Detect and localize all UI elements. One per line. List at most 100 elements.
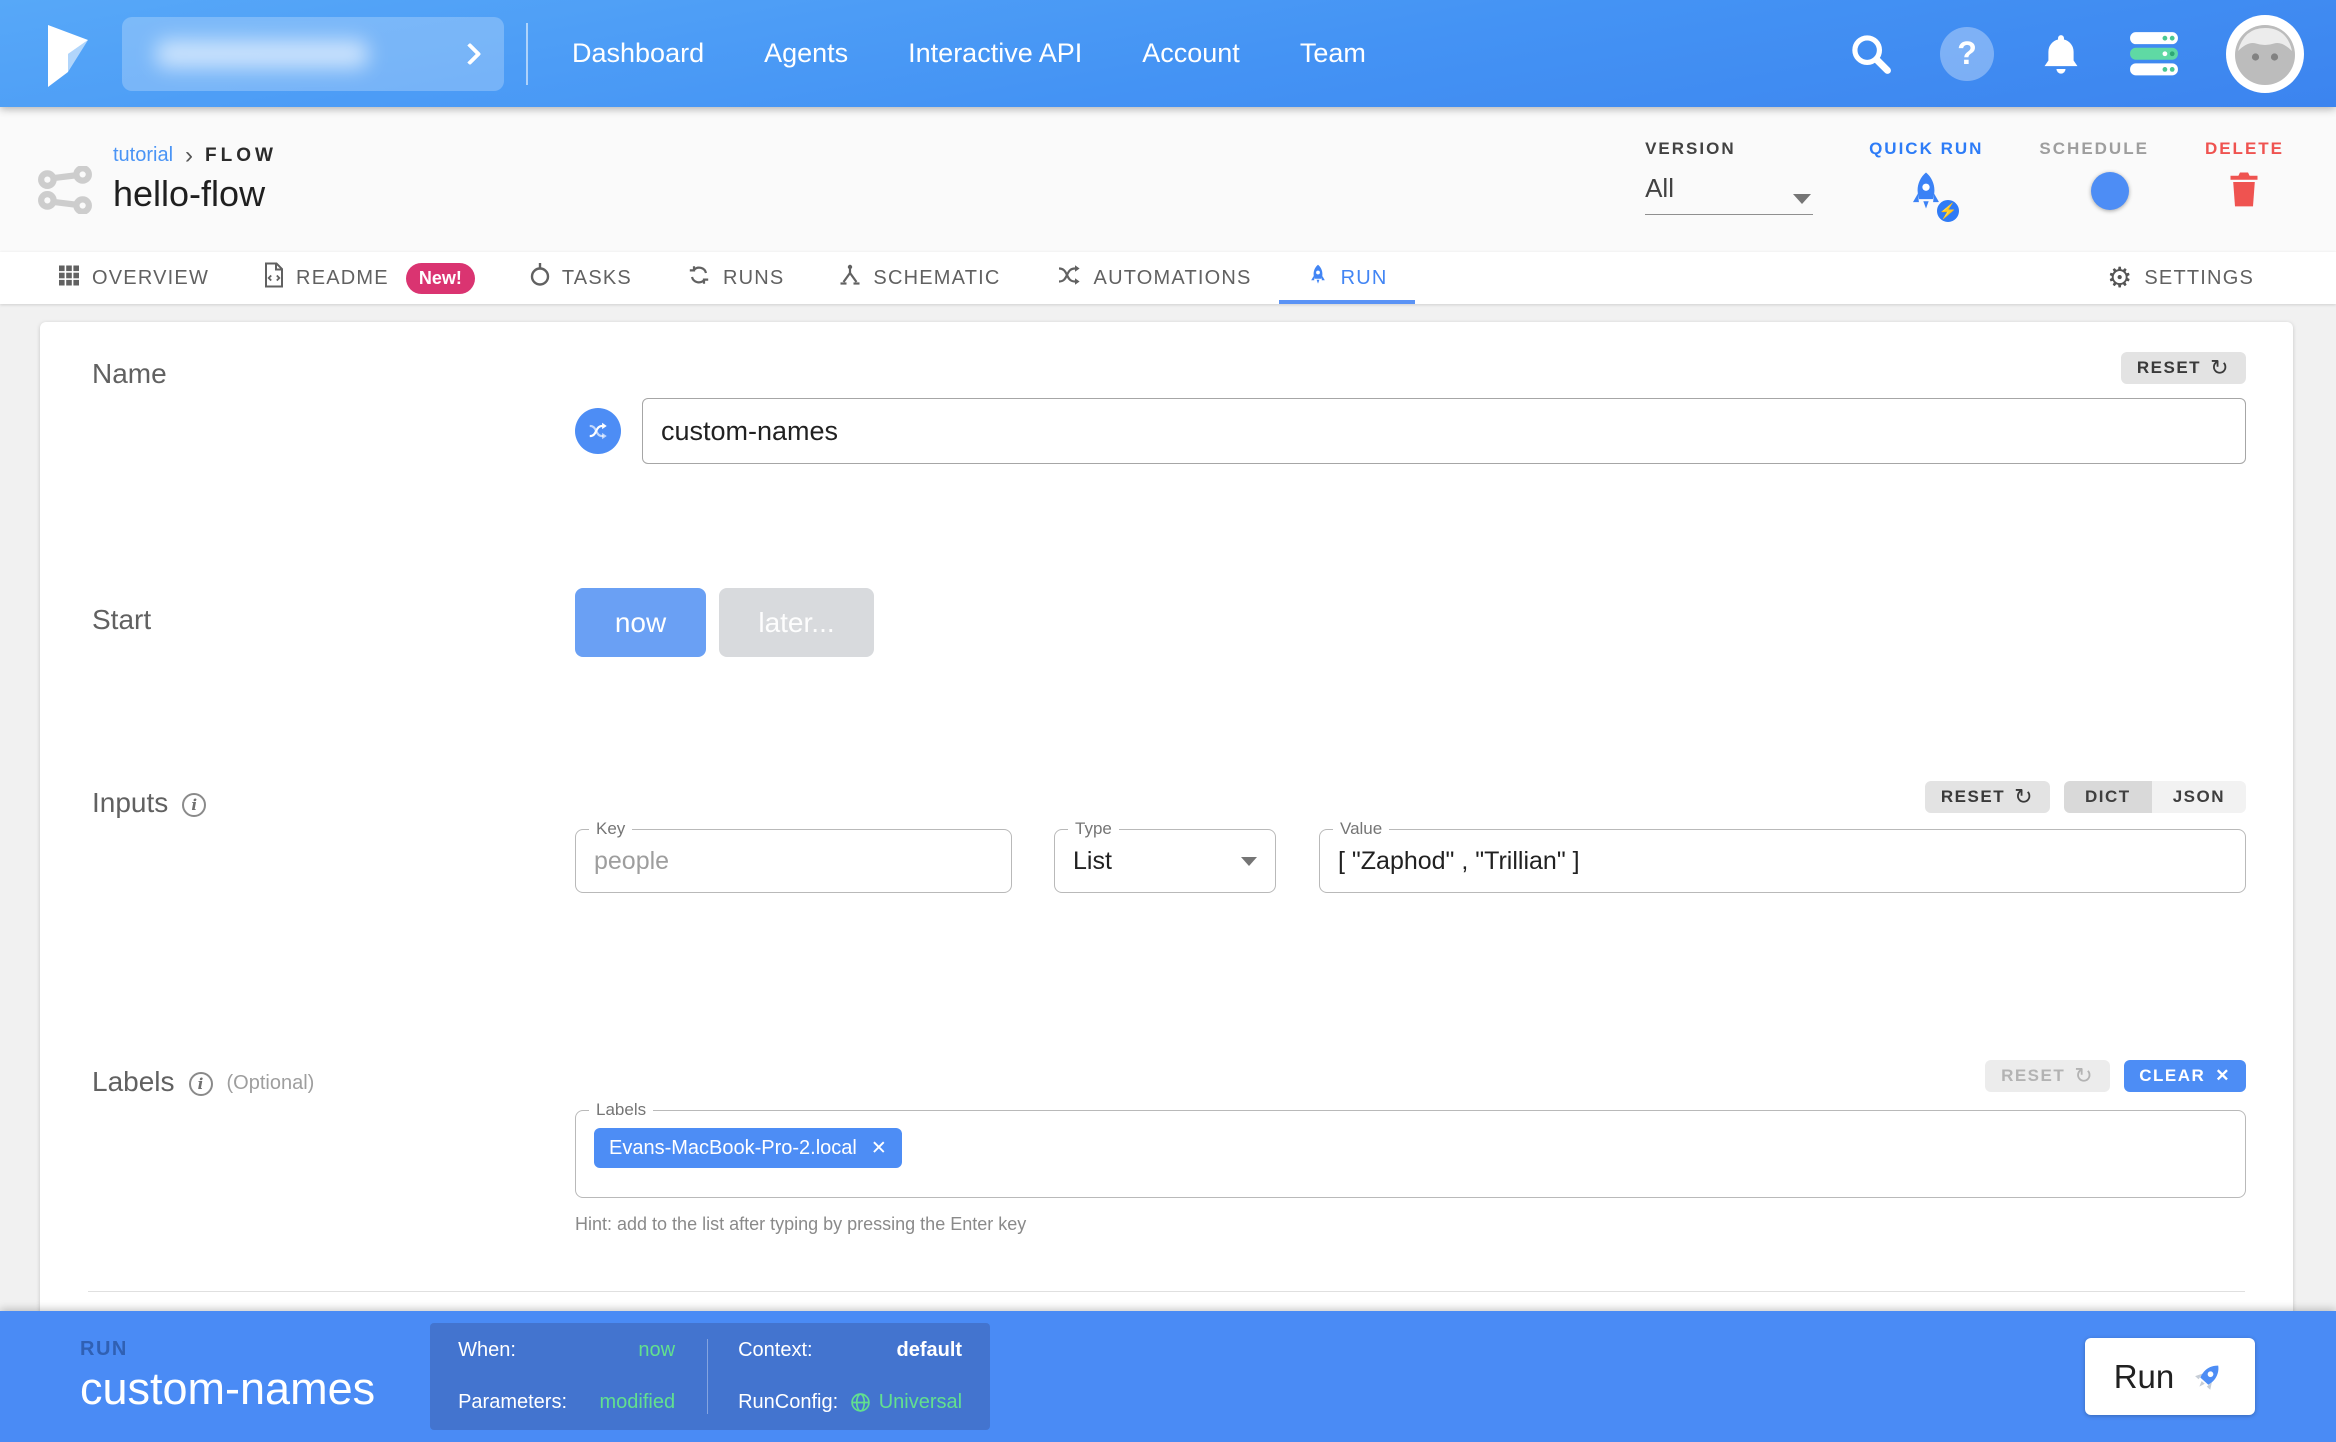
lightning-bolt-icon: ⚡ [1935, 198, 1961, 224]
run-form-card: Name RESET ↻ [40, 322, 2293, 1311]
schedule-label: SCHEDULE [2039, 139, 2149, 159]
agents-stack-icon[interactable] [2128, 29, 2180, 79]
breadcrumb-type: FLOW [205, 145, 277, 167]
refresh-icon: ↻ [2210, 355, 2230, 381]
tab-automations[interactable]: AUTOMATIONS [1028, 252, 1279, 304]
tab-overview[interactable]: OVERVIEW [30, 252, 236, 304]
tab-label: RUNS [723, 267, 784, 290]
version-select[interactable]: All [1645, 163, 1813, 215]
tab-label: README [296, 267, 389, 290]
start-later-button[interactable]: later... [719, 588, 874, 657]
tab-label: OVERVIEW [92, 267, 209, 290]
start-now-button[interactable]: now [575, 588, 706, 657]
clear-label: CLEAR [2139, 1066, 2205, 1086]
optional-label: (Optional) [227, 1072, 315, 1095]
task-node-icon [529, 262, 551, 294]
name-section-label: Name [92, 358, 167, 390]
schedule-control: SCHEDULE [2039, 139, 2149, 203]
flow-schematic-icon [37, 166, 93, 219]
labels-reset-button[interactable]: RESET ↻ [1985, 1060, 2110, 1092]
labels-field-label: Labels [589, 1100, 653, 1120]
version-control: VERSION All [1645, 139, 1813, 215]
reset-label: RESET [1941, 787, 2005, 807]
nav-links: Dashboard Agents Interactive API Account… [542, 38, 1396, 69]
run-button-label: Run [2114, 1358, 2175, 1396]
caret-down-icon [1241, 857, 1257, 866]
shuffle-icon [1055, 263, 1083, 293]
quick-run-rocket-button[interactable]: ⚡ [1903, 169, 1949, 220]
labels-field[interactable]: Labels Evans-MacBook-Pro-2.local ✕ [575, 1110, 2246, 1198]
value-field-label: Value [1333, 819, 1389, 839]
run-name-input[interactable] [642, 398, 2246, 464]
parameters-label: Parameters: [458, 1391, 567, 1414]
footer-run-title: RUN custom-names [80, 1338, 375, 1415]
schedule-toggle[interactable] [2063, 179, 2125, 203]
breadcrumb-project-link[interactable]: tutorial [113, 144, 173, 167]
run-footer-bar: RUN custom-names When: now Parameters: m… [0, 1311, 2336, 1442]
globe-icon [850, 1392, 871, 1413]
json-mode-button[interactable]: JSON [2152, 781, 2246, 813]
delete-control: DELETE [2205, 139, 2284, 214]
help-icon[interactable]: ? [1940, 27, 1994, 81]
name-reset-button[interactable]: RESET ↻ [2121, 352, 2246, 384]
value-input[interactable] [1338, 847, 2227, 876]
user-avatar[interactable] [2226, 15, 2304, 93]
prefect-logo-icon[interactable] [42, 21, 94, 87]
runconfig-value-text: Universal [879, 1391, 962, 1414]
section-divider [88, 1291, 2245, 1292]
flow-header: tutorial › FLOW hello-flow VERSION All Q… [0, 107, 2336, 252]
run-button[interactable]: Run [2085, 1338, 2255, 1415]
tab-run[interactable]: RUN [1279, 252, 1415, 304]
chip-remove-icon[interactable]: ✕ [871, 1139, 887, 1158]
tab-readme[interactable]: README New! [236, 252, 502, 304]
key-input[interactable] [594, 847, 993, 876]
search-icon[interactable] [1848, 31, 1894, 77]
inputs-section-label: Inputs [92, 787, 168, 819]
delete-label: DELETE [2205, 139, 2284, 159]
tab-schematic[interactable]: SCHEMATIC [811, 252, 1027, 304]
team-switcher-button[interactable] [122, 17, 504, 91]
labels-clear-button[interactable]: CLEAR ✕ [2124, 1060, 2246, 1092]
notifications-bell-icon[interactable] [2040, 31, 2082, 77]
input-value-field[interactable]: Value [1319, 829, 2246, 893]
labels-section: Labels i (Optional) RESET ↻ CLEAR ✕ Labe… [40, 1060, 2293, 1235]
context-value: default [897, 1339, 963, 1362]
type-field-label: Type [1068, 819, 1119, 839]
flow-tab-bar: OVERVIEW README New! TASKS RUNS [0, 252, 2336, 304]
info-icon[interactable]: i [189, 1072, 213, 1096]
nav-item-dashboard[interactable]: Dashboard [542, 38, 734, 69]
top-nav-bar: Dashboard Agents Interactive API Account… [0, 0, 2336, 107]
type-selected-value: List [1073, 847, 1112, 876]
inputs-reset-button[interactable]: RESET ↻ [1925, 781, 2050, 813]
tab-tasks[interactable]: TASKS [502, 252, 659, 304]
caret-down-icon [1793, 194, 1811, 204]
breadcrumb: tutorial › FLOW [113, 144, 277, 167]
chevron-right-icon [459, 42, 482, 65]
main-content: Name RESET ↻ [0, 304, 2336, 1311]
tab-runs[interactable]: RUNS [659, 252, 811, 304]
info-icon[interactable]: i [182, 793, 206, 817]
team-name-redacted [156, 40, 368, 68]
nav-item-team[interactable]: Team [1270, 38, 1396, 69]
nav-divider [526, 23, 528, 85]
nav-item-account[interactable]: Account [1112, 38, 1270, 69]
tab-label: TASKS [562, 267, 632, 290]
version-label: VERSION [1645, 139, 1736, 159]
randomize-name-button[interactable] [575, 408, 621, 454]
dict-mode-button[interactable]: DICT [2064, 781, 2152, 813]
context-label: Context: [738, 1339, 812, 1362]
delete-trash-button[interactable] [2226, 169, 2262, 214]
grid-icon [57, 263, 81, 293]
nav-item-agents[interactable]: Agents [734, 38, 878, 69]
refresh-icon: ↻ [2074, 1063, 2094, 1089]
tab-settings[interactable]: ⚙ SETTINGS [2080, 252, 2281, 304]
label-chip-text: Evans-MacBook-Pro-2.local [609, 1137, 857, 1160]
refresh-icon: ↻ [2014, 784, 2034, 810]
labels-hint: Hint: add to the list after typing by pr… [575, 1214, 2246, 1235]
inputs-mode-segmented-control: DICT JSON [2064, 781, 2246, 813]
input-type-select[interactable]: Type List [1054, 829, 1276, 893]
input-key-field[interactable]: Key [575, 829, 1012, 893]
version-selected-value: All [1645, 173, 1674, 204]
nav-item-interactive-api[interactable]: Interactive API [878, 38, 1112, 69]
inputs-section: Inputs i RESET ↻ DICT JSON Key [40, 781, 2293, 893]
